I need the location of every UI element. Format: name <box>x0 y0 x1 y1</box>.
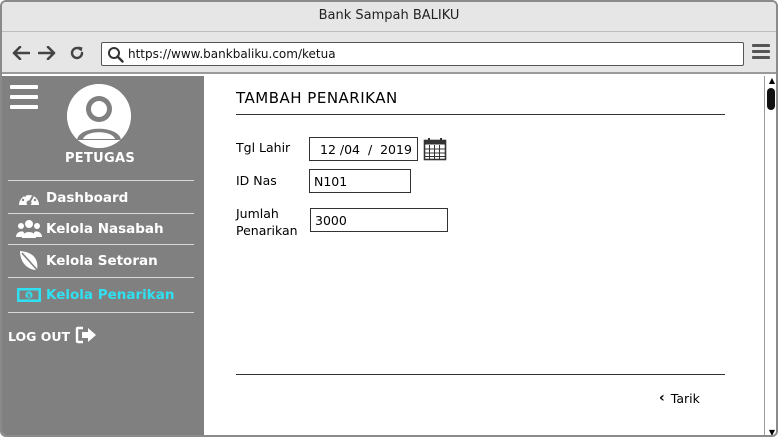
forward-button[interactable] <box>37 44 57 62</box>
sidebar-item-label: Kelola Setoran <box>46 253 158 269</box>
avatar <box>67 84 131 148</box>
page-title: TAMBAH PENARIKAN <box>236 89 398 107</box>
sidebar-toggle-button[interactable] <box>10 85 38 109</box>
field-label-penarikan: Penarikan <box>236 223 298 238</box>
calendar-icon[interactable] <box>423 137 447 165</box>
sidebar-divider <box>8 180 194 181</box>
hamburger-icon <box>752 44 770 47</box>
sidebar-item-label: Kelola Penarikan <box>46 287 175 303</box>
hamburger-icon-bar <box>10 95 38 99</box>
jumlah-penarikan-field[interactable] <box>310 208 448 232</box>
window-title: Bank Sampah BALIKU <box>2 2 776 32</box>
sidebar-divider <box>8 277 194 278</box>
scroll-up-arrow-icon[interactable]: ▲ <box>767 77 776 85</box>
id-nas-input[interactable] <box>314 173 410 189</box>
field-label-tgl-lahir: Tgl Lahir <box>236 140 291 155</box>
sidebar-item-kelola-penarikan[interactable]: $ Kelola Penarikan <box>16 282 174 308</box>
date-field[interactable] <box>309 137 418 161</box>
scroll-down-arrow-icon[interactable]: ▼ <box>767 429 776 436</box>
browser-toolbar <box>2 32 776 74</box>
logout-button[interactable]: LOG OUT <box>8 326 97 347</box>
chevron-left-icon: ‹ <box>659 390 665 406</box>
money-icon: $ <box>16 284 42 306</box>
search-icon <box>108 47 124 63</box>
main-content: TAMBAH PENARIKAN Tgl Lahir ID Nas Jumlah… <box>204 76 764 435</box>
sidebar-divider <box>8 312 194 313</box>
tarik-label: Tarik <box>670 390 700 406</box>
sidebar-divider <box>8 244 194 245</box>
url-input[interactable] <box>128 47 743 61</box>
reload-button[interactable] <box>67 44 87 62</box>
address-bar[interactable] <box>101 42 744 66</box>
sidebar-divider <box>8 213 194 214</box>
sidebar-item-label: Dashboard <box>46 190 129 206</box>
leaf-icon <box>16 250 42 273</box>
hamburger-icon <box>10 85 38 89</box>
reload-icon <box>70 46 84 60</box>
title-divider <box>236 114 725 115</box>
browser-window: Bank Sampah BALIKU https://www.bankbalik… <box>0 0 778 437</box>
field-label-id-nas: ID Nas <box>236 173 277 188</box>
footer-divider <box>236 374 725 375</box>
sidebar: PETUGAS Dashboard Kelola Nasabah Kelola … <box>2 76 204 435</box>
user-role: PETUGAS <box>64 151 136 166</box>
svg-text:$: $ <box>27 292 31 299</box>
sign-out-icon <box>75 326 97 347</box>
id-nas-field[interactable] <box>309 169 411 193</box>
users-icon <box>16 218 42 240</box>
hamburger-icon-bar <box>752 50 770 53</box>
logout-label: LOG OUT <box>8 329 71 344</box>
field-label-jumlah: Jumlah <box>236 206 279 221</box>
arrow-left-icon <box>12 46 30 60</box>
user-icon <box>67 84 131 148</box>
hamburger-icon-bar <box>752 56 770 59</box>
vertical-scrollbar[interactable]: ▲ ▼ <box>764 76 776 436</box>
tarik-button[interactable]: ‹ Tarik <box>659 390 700 406</box>
back-button[interactable] <box>11 44 31 62</box>
date-input[interactable] <box>314 141 417 157</box>
scroll-thumb[interactable] <box>767 88 775 110</box>
browser-menu-button[interactable] <box>752 44 770 62</box>
jumlah-penarikan-input[interactable] <box>315 212 447 228</box>
dashboard-gauge-icon <box>16 187 42 209</box>
sidebar-item-dashboard[interactable]: Dashboard <box>16 185 128 211</box>
sidebar-item-kelola-nasabah[interactable]: Kelola Nasabah <box>16 216 164 242</box>
sidebar-item-kelola-setoran[interactable]: Kelola Setoran <box>16 248 158 274</box>
arrow-right-icon <box>38 46 56 60</box>
sidebar-item-label: Kelola Nasabah <box>46 221 164 237</box>
hamburger-icon-bar <box>10 105 38 109</box>
